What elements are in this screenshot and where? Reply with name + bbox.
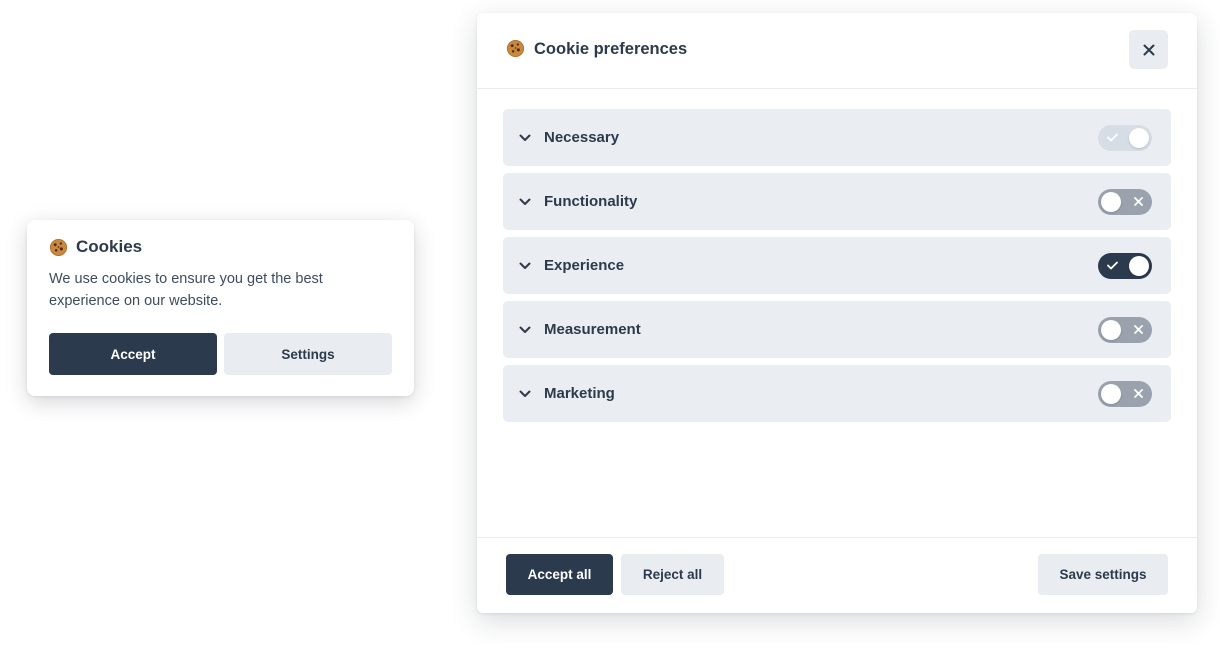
close-button[interactable] bbox=[1129, 30, 1168, 69]
toggle-knob bbox=[1101, 319, 1121, 340]
chevron-down-icon[interactable] bbox=[518, 195, 532, 209]
category-measurement[interactable]: Measurement bbox=[503, 301, 1171, 358]
x-icon bbox=[1131, 323, 1145, 337]
banner-title-text: Cookies bbox=[76, 237, 143, 256]
reject-all-button[interactable]: Reject all bbox=[621, 554, 724, 595]
cookie-icon bbox=[506, 39, 526, 59]
footer-actions: Accept all Reject all bbox=[506, 554, 724, 595]
chevron-down-icon[interactable] bbox=[518, 131, 532, 145]
category-label: Necessary bbox=[544, 129, 620, 146]
marketing-toggle[interactable] bbox=[1098, 380, 1152, 407]
category-label: Experience bbox=[544, 257, 625, 274]
toggle-knob bbox=[1101, 383, 1121, 404]
settings-button[interactable]: Settings bbox=[224, 333, 392, 375]
functionality-toggle[interactable] bbox=[1098, 188, 1152, 215]
modal-title: Cookie preferences bbox=[506, 39, 687, 59]
modal-header: Cookie preferences bbox=[477, 13, 1197, 89]
category-list: Necessary Functionality Experience Measu… bbox=[503, 109, 1171, 429]
toggle-knob bbox=[1129, 127, 1149, 148]
cookie-banner: Cookies We use cookies to ensure you get… bbox=[27, 220, 414, 396]
close-icon bbox=[1143, 44, 1155, 56]
save-settings-button[interactable]: Save settings bbox=[1038, 554, 1168, 595]
banner-description: We use cookies to ensure you get the bes… bbox=[49, 271, 323, 309]
category-necessary[interactable]: Necessary bbox=[503, 109, 1171, 166]
chevron-down-icon[interactable] bbox=[518, 259, 532, 273]
category-label: Functionality bbox=[544, 193, 638, 210]
x-icon bbox=[1131, 387, 1145, 401]
banner-title: Cookies bbox=[49, 236, 392, 258]
toggle-knob bbox=[1101, 191, 1121, 212]
chevron-down-icon[interactable] bbox=[518, 323, 532, 337]
category-experience[interactable]: Experience bbox=[503, 237, 1171, 294]
category-functionality[interactable]: Functionality bbox=[503, 173, 1171, 230]
measurement-toggle[interactable] bbox=[1098, 316, 1152, 343]
necessary-toggle bbox=[1098, 124, 1152, 151]
toggle-knob bbox=[1129, 255, 1149, 276]
modal-footer: Accept all Reject all Save settings bbox=[477, 537, 1197, 613]
accept-all-button[interactable]: Accept all bbox=[506, 554, 613, 595]
experience-toggle[interactable] bbox=[1098, 252, 1152, 279]
category-label: Marketing bbox=[544, 385, 615, 402]
check-icon bbox=[1105, 259, 1119, 273]
category-marketing[interactable]: Marketing bbox=[503, 365, 1171, 422]
category-label: Measurement bbox=[544, 321, 641, 338]
check-icon bbox=[1105, 131, 1119, 145]
cookie-preferences-modal: Cookie preferences Necessary Functionali… bbox=[477, 13, 1197, 613]
accept-button[interactable]: Accept bbox=[49, 333, 217, 375]
cookie-icon bbox=[49, 238, 68, 257]
banner-actions: Accept Settings bbox=[49, 333, 392, 375]
modal-title-text: Cookie preferences bbox=[534, 39, 688, 58]
chevron-down-icon[interactable] bbox=[518, 387, 532, 401]
x-icon bbox=[1131, 195, 1145, 209]
